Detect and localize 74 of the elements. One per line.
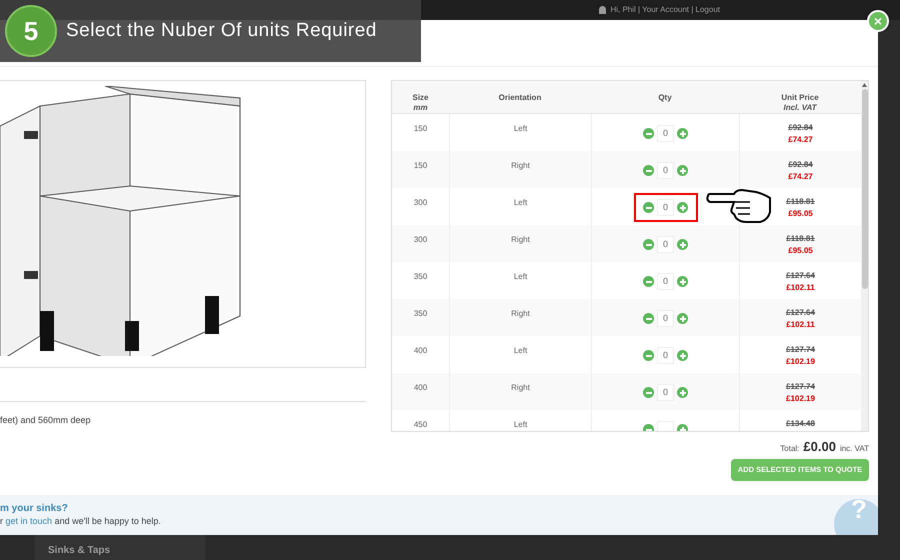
- footer-text: r get in touch and we'll be happy to help.: [0, 515, 161, 528]
- product-description: feet) and 560mm deep: [0, 414, 92, 427]
- old-price: £118.81: [786, 196, 815, 208]
- old-price: £127.64: [786, 270, 815, 282]
- plus-button[interactable]: [677, 350, 688, 361]
- minus-button[interactable]: [643, 128, 654, 139]
- size-cell: 450: [414, 419, 428, 431]
- minus-button[interactable]: [643, 239, 654, 250]
- sale-price: £102.19: [786, 393, 815, 405]
- plus-button[interactable]: [677, 313, 688, 324]
- orientation-cell: Right: [511, 308, 530, 320]
- size-cell: 350: [414, 308, 428, 320]
- minus-button[interactable]: [643, 165, 654, 176]
- orientation-cell: Left: [514, 197, 528, 209]
- quantity-field[interactable]: 0: [657, 236, 674, 253]
- minus-button[interactable]: [643, 387, 654, 398]
- minus-button[interactable]: [643, 313, 654, 324]
- old-price: £92.84: [788, 122, 813, 134]
- column-header: Qty: [657, 92, 673, 104]
- step-title: Select the Nuber Of units Required: [66, 18, 377, 43]
- old-price: £118.81: [786, 233, 815, 245]
- plus-button[interactable]: [677, 165, 688, 176]
- column-header: Unit Price Incl. VAT: [780, 92, 820, 113]
- column-header: Size mm: [411, 92, 430, 113]
- old-price: £92.84: [788, 159, 813, 171]
- size-cell: 300: [414, 234, 428, 246]
- old-price: £127.64: [786, 307, 815, 319]
- plus-button[interactable]: [677, 387, 688, 398]
- account-links[interactable]: Hi, Phil | Your Account | Logout: [610, 4, 720, 16]
- contact-link[interactable]: get in touch: [6, 516, 52, 526]
- sale-price: £74.27: [788, 171, 813, 183]
- step-number: 5: [5, 5, 57, 57]
- sale-price: £102.11: [786, 319, 815, 331]
- sale-price: £74.27: [788, 134, 813, 146]
- sale-price: £95.05: [788, 208, 813, 220]
- size-cell: 150: [414, 123, 428, 135]
- size-cell: 150: [414, 160, 428, 172]
- orientation-cell: Right: [511, 234, 530, 246]
- minus-button[interactable]: [643, 276, 654, 287]
- orientation-cell: Right: [511, 160, 530, 172]
- old-price: £127.74: [786, 344, 815, 356]
- quantity-field[interactable]: 0: [657, 199, 674, 216]
- minus-button[interactable]: [643, 202, 654, 213]
- quantity-field[interactable]: 0: [657, 384, 674, 401]
- user-icon: [599, 6, 606, 14]
- total-line: Total: £0.00 inc. VAT: [780, 438, 869, 456]
- minus-button[interactable]: [643, 350, 654, 361]
- quantity-field[interactable]: 0: [657, 125, 674, 142]
- orientation-cell: Right: [511, 382, 530, 394]
- sale-price: £102.19: [786, 356, 815, 368]
- menu-item[interactable]: Sinks & Taps: [48, 545, 110, 556]
- orientation-cell: Left: [514, 345, 528, 357]
- plus-button[interactable]: [677, 202, 688, 213]
- footer-heading: m your sinks?: [0, 502, 68, 515]
- quantity-field[interactable]: 0: [657, 162, 674, 179]
- orientation-cell: Left: [514, 271, 528, 283]
- sale-price: £102.11: [786, 282, 815, 294]
- size-cell: 300: [414, 197, 428, 209]
- sale-price: £95.05: [788, 245, 813, 257]
- plus-button[interactable]: [677, 239, 688, 250]
- scroll-up-arrow-icon[interactable]: [862, 83, 867, 87]
- plus-button[interactable]: [677, 276, 688, 287]
- column-header: Orientation: [498, 92, 542, 104]
- size-cell: 350: [414, 271, 428, 283]
- old-price: £127.74: [786, 381, 815, 393]
- plus-button[interactable]: [677, 128, 688, 139]
- quantity-field[interactable]: 0: [657, 347, 674, 364]
- size-cell: 400: [414, 345, 428, 357]
- quantity-field[interactable]: 0: [657, 310, 674, 327]
- old-price: £134.48: [786, 418, 815, 430]
- orientation-cell: Left: [514, 123, 528, 135]
- size-cell: 400: [414, 382, 428, 394]
- orientation-cell: Left: [514, 419, 528, 431]
- quantity-field[interactable]: 0: [657, 273, 674, 290]
